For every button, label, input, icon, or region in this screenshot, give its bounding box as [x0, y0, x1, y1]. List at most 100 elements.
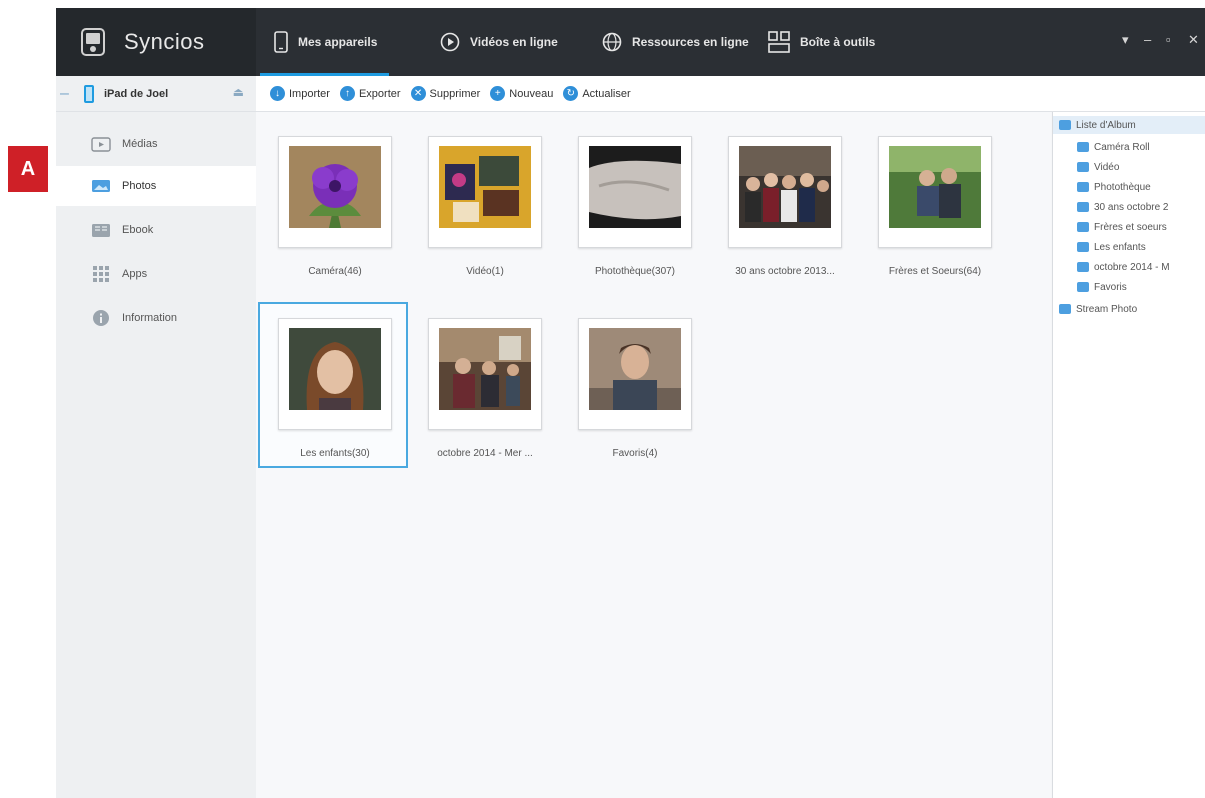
ipad-icon — [84, 84, 94, 103]
export-icon: ↑ — [339, 86, 355, 101]
album-list-item[interactable]: 30 ans octobre 2 — [1077, 198, 1169, 216]
photo-toolbar: ↓ Importer ↑ Exporter ✕ Supprimer + Nouv… — [256, 76, 1205, 112]
app-title: Syncios — [124, 29, 205, 54]
album-list-item[interactable]: octobre 2014 - M — [1077, 258, 1170, 276]
album-list-header[interactable]: Liste d'Album — [1053, 116, 1205, 134]
globe-icon — [602, 32, 622, 52]
album-list-label: Les enfants — [1094, 241, 1146, 253]
album-tile-les-enfants[interactable]: Les enfants(30) — [258, 302, 408, 468]
minimize-icon[interactable]: – — [1144, 32, 1151, 47]
sidebar-item-medias[interactable]: Médias — [56, 124, 256, 164]
sidebar-item-label: Ebook — [122, 224, 154, 236]
album-thumbnail — [578, 136, 692, 248]
sidebar-item-label: Médias — [122, 138, 158, 150]
album-list-panel: Liste d'Album Caméra Roll Vidéo Photothè… — [1052, 112, 1205, 798]
video-icon — [1077, 162, 1089, 172]
album-list-title: Liste d'Album — [1076, 119, 1136, 131]
close-icon[interactable]: ✕ — [1188, 32, 1199, 48]
album-photo-skin — [589, 146, 681, 228]
eject-icon[interactable]: ⏏ — [233, 85, 244, 99]
album-tile-phototheque[interactable]: Photothèque(307) — [560, 122, 710, 288]
tab-mes-appareils[interactable]: Mes appareils — [259, 8, 390, 76]
tab-videos-en-ligne[interactable]: Vidéos en ligne — [440, 8, 558, 76]
new-button[interactable]: + Nouveau — [490, 86, 553, 101]
sidebar-item-photos[interactable]: Photos — [56, 166, 256, 206]
album-tile-camera[interactable]: Caméra(46) — [260, 122, 410, 288]
sidebar-item-label: Information — [122, 312, 178, 324]
album-photo-room — [439, 328, 531, 410]
album-tile-favoris[interactable]: Favoris(4) — [560, 304, 710, 470]
album-tile-octobre-2014[interactable]: octobre 2014 - Mer ... — [410, 304, 560, 470]
refresh-button[interactable]: ↻ Actualiser — [563, 86, 631, 101]
album-grid: Caméra(46) Vidéo(1) Photothèque(307) 30 … — [256, 112, 1051, 798]
album-list-item-stream[interactable]: Stream Photo — [1059, 300, 1137, 318]
export-button[interactable]: ↑ Exporter — [339, 86, 401, 101]
album-tile-video[interactable]: Vidéo(1) — [410, 122, 560, 288]
apps-icon — [90, 265, 112, 283]
phone-icon — [274, 31, 288, 53]
tab-ressources-en-ligne[interactable]: Ressources en ligne — [602, 8, 749, 76]
album-photo-garden — [889, 146, 981, 228]
album-thumbnail — [278, 318, 392, 430]
play-icon — [440, 32, 460, 52]
sidebar-item-label: Photos — [122, 180, 157, 192]
album-icon — [1077, 262, 1089, 272]
export-label: Exporter — [358, 87, 401, 100]
delete-label: Supprimer — [429, 87, 481, 100]
brand: Syncios — [56, 8, 256, 76]
sidebar-item-ebook[interactable]: Ebook — [56, 210, 256, 250]
album-list-item[interactable]: Caméra Roll — [1077, 138, 1150, 156]
album-list-item[interactable]: Photothèque — [1077, 178, 1151, 196]
album-label: Caméra(46) — [308, 266, 362, 277]
album-tile-30-ans[interactable]: 30 ans octobre 2013... — [710, 122, 860, 288]
album-label: Les enfants(30) — [300, 448, 370, 459]
info-icon — [90, 309, 112, 327]
album-label: octobre 2014 - Mer ... — [437, 448, 533, 459]
tab-label: Vidéos en ligne — [470, 35, 558, 49]
album-list-item[interactable]: Vidéo — [1077, 158, 1119, 176]
album-thumbnail — [278, 136, 392, 248]
album-list-label: Stream Photo — [1076, 303, 1138, 315]
album-list-item[interactable]: Favoris — [1077, 278, 1127, 296]
album-list-item[interactable]: Les enfants — [1077, 238, 1146, 256]
album-tile-freres-et-soeurs[interactable]: Frères et Soeurs(64) — [860, 122, 1010, 288]
album-photo-collage — [439, 146, 531, 228]
album-list-item[interactable]: Frères et soeurs — [1077, 218, 1167, 236]
tab-label: Boîte à outils — [800, 35, 876, 49]
collapse-icon[interactable]: – — [60, 85, 74, 103]
album-label: Favoris(4) — [612, 448, 658, 459]
album-icon — [1077, 282, 1089, 292]
ebook-icon — [90, 221, 112, 239]
sidebar-item-information[interactable]: Information — [56, 298, 256, 338]
import-icon: ↓ — [270, 86, 285, 101]
album-photo-portrait — [289, 328, 381, 410]
device-selector[interactable]: – iPad de Joel ⏏ — [56, 76, 256, 112]
delete-button[interactable]: ✕ Supprimer — [410, 86, 481, 101]
tab-label: Mes appareils — [298, 35, 378, 49]
album-list-label: Photothèque — [1094, 181, 1151, 193]
tab-label: Ressources en ligne — [632, 35, 749, 49]
top-navigation-bar: Syncios Mes appareils Vidéos en ligne Re… — [56, 8, 1205, 76]
album-icon — [1077, 182, 1089, 192]
album-thumbnail — [428, 318, 542, 430]
album-list-label: Vidéo — [1094, 161, 1120, 173]
syncios-logo-icon — [81, 28, 105, 56]
tab-boite-a-outils[interactable]: Boîte à outils — [768, 8, 875, 76]
sidebar-item-apps[interactable]: Apps — [56, 254, 256, 294]
album-thumbnail — [578, 318, 692, 430]
import-button[interactable]: ↓ Importer — [270, 86, 330, 101]
media-icon — [90, 135, 112, 153]
sidebar: Médias Photos Ebook Apps Information — [56, 112, 256, 798]
album-thumbnail — [428, 136, 542, 248]
maximize-icon[interactable]: ▫ — [1166, 32, 1171, 47]
sidebar-item-label: Apps — [122, 268, 148, 280]
album-photo-group — [739, 146, 831, 228]
album-icon — [1077, 242, 1089, 252]
device-name: iPad de Joel — [104, 87, 169, 100]
album-photo-flower — [289, 146, 381, 228]
album-list-label: 30 ans octobre 2 — [1094, 201, 1169, 213]
menu-dropdown-icon[interactable]: ▾ — [1122, 32, 1129, 48]
album-label: Vidéo(1) — [466, 266, 504, 277]
album-icon — [1077, 222, 1089, 232]
toolbox-icon — [768, 31, 790, 53]
